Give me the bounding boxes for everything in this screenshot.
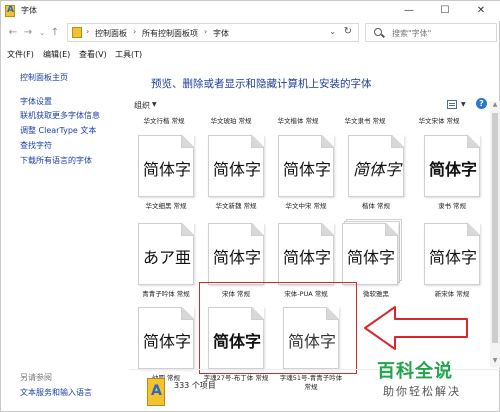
fonts-folder-icon <box>5 5 15 17</box>
sidebar-font-settings[interactable]: 字体设置 <box>20 96 52 107</box>
font-label[interactable]: 华文行楷 常规 <box>132 115 196 125</box>
breadcrumb-fonts[interactable]: 字体 <box>213 28 229 39</box>
back-arrow-icon[interactable]: ← <box>6 25 20 41</box>
font-label: 楷体 常规 <box>361 202 391 210</box>
see-also-heading: 另请参阅 <box>20 373 52 382</box>
breadcrumb-all-items[interactable]: 所有控制面板项 <box>142 28 198 39</box>
close-button[interactable]: ✕ <box>463 1 499 21</box>
menu-file[interactable]: 文件(F) <box>7 49 34 60</box>
sidebar-get-font-info-online[interactable]: 联机获取更多字体信息 <box>20 110 100 121</box>
refresh-icon[interactable]: ↻ <box>344 26 352 37</box>
sidebar-control-panel-home[interactable]: 控制面板主页 <box>20 72 68 83</box>
breadcrumb-separator-icon[interactable]: › <box>204 27 207 36</box>
font-file-icon: 简体字 <box>424 135 480 197</box>
font-label[interactable]: 华文隶书 常规 <box>333 115 397 125</box>
address-bar[interactable]: › 控制面板 › 所有控制面板项 › 字体 ⌄ ↻ <box>67 23 359 42</box>
font-label: 华文中宋 常规 <box>285 202 327 210</box>
sidebar-find-character[interactable]: 查找字符 <box>20 140 52 151</box>
menu-bar: 文件(F) 编辑(E) 查看(V) 工具(T) <box>1 47 500 63</box>
font-file-icon: 简体字 <box>342 223 398 285</box>
search-box[interactable]: 搜索"字体" <box>365 23 497 42</box>
navigation-bar: ← → ⌄ ↑ › 控制面板 › 所有控制面板项 › 字体 ⌄ ↻ 搜索"字体" <box>1 21 500 45</box>
font-sample: 简体字 <box>428 160 477 179</box>
up-arrow-icon[interactable]: ↑ <box>48 25 62 41</box>
breadcrumb-control-panel[interactable]: 控制面板 <box>95 28 127 39</box>
font-file-icon: 简体字 <box>278 135 334 197</box>
font-label: 华文新魏 常规 <box>215 202 257 210</box>
watermark-subtitle: 助你轻松解决 <box>383 385 461 398</box>
font-sample: 简体字 <box>212 248 261 267</box>
menu-edit[interactable]: 编辑(E) <box>43 49 70 60</box>
title-bar: 字体 — ☐ ✕ <box>1 1 500 21</box>
font-label[interactable]: 华文楷体 常规 <box>266 115 330 125</box>
watermark-logo: 百科全说 助你轻松解决 <box>373 357 483 407</box>
minimize-button[interactable]: — <box>391 1 427 21</box>
address-dropdown-icon[interactable]: ⌄ <box>329 27 336 36</box>
font-label: 华文细黑 常规 <box>145 202 187 210</box>
window-title: 字体 <box>21 6 37 15</box>
view-options-icon[interactable] <box>447 100 457 109</box>
font-label[interactable]: 华文宋体 常规 <box>407 115 471 125</box>
breadcrumb-separator-icon[interactable]: › <box>133 27 136 36</box>
font-sample: あア亜 <box>142 248 191 267</box>
font-label[interactable]: 华文琥珀 常规 <box>199 115 263 125</box>
sidebar-adjust-cleartype[interactable]: 调整 ClearType 文本 <box>20 125 96 136</box>
fonts-folder-icon <box>147 378 165 406</box>
menu-tools[interactable]: 工具(T) <box>115 49 142 60</box>
control-panel-icon <box>72 27 82 38</box>
font-sample: 简体字 <box>428 248 477 267</box>
font-file-icon: 简体字 <box>278 223 334 285</box>
organize-caret-icon[interactable]: ▼ <box>152 101 157 108</box>
pointer-arrow-icon <box>364 306 468 350</box>
font-sample: 简体字 <box>282 160 331 179</box>
recent-locations-chevron-icon[interactable]: ⌄ <box>35 25 49 41</box>
search-icon <box>374 28 382 36</box>
search-placeholder: 搜索"字体" <box>392 29 432 38</box>
font-label: 隶书 常规 <box>437 202 467 210</box>
font-file-icon: あア亜 <box>138 223 194 285</box>
forward-arrow-icon[interactable]: → <box>21 25 35 41</box>
font-sample: 简体字 <box>142 160 191 179</box>
font-sample: 简体字 <box>282 248 331 267</box>
scroll-thumb[interactable] <box>492 113 498 343</box>
font-label: 青青子吟体 常规 <box>142 290 190 298</box>
item-count: 333 个项目 <box>174 381 216 390</box>
maximize-button[interactable]: ☐ <box>427 1 463 21</box>
scroll-up-icon[interactable]: ▲ <box>490 101 500 111</box>
font-sample: 简体字 <box>346 248 395 267</box>
breadcrumb-separator-icon[interactable]: › <box>86 27 89 36</box>
font-file-icon: 简体字 <box>348 135 404 197</box>
font-file-icon: 简体字 <box>208 223 264 285</box>
font-file-icon: 简体字 <box>138 135 194 197</box>
sidebar-text-services[interactable]: 文本服务和输入语言 <box>20 387 92 398</box>
fonts-window: 字体 — ☐ ✕ ← → ⌄ ↑ › 控制面板 › 所有控制面板项 › 字体 ⌄… <box>0 0 500 412</box>
font-file-icon: 简体字 <box>138 307 194 369</box>
view-caret-icon[interactable]: ▼ <box>461 101 466 108</box>
font-sample: 简体字 <box>142 332 191 351</box>
help-icon[interactable]: ? <box>476 98 487 109</box>
font-file-icon: 简体字 <box>208 135 264 197</box>
organize-button[interactable]: 组织 <box>134 100 150 111</box>
scroll-down-icon[interactable]: ▼ <box>490 357 500 367</box>
highlight-box <box>199 282 357 374</box>
font-sample: 简体字 <box>352 162 401 179</box>
sidebar-download-fonts[interactable]: 下载所有语言的字体 <box>20 155 92 166</box>
page-heading: 预览、删除或者显示和隐藏计算机上安装的字体 <box>151 78 372 90</box>
vertical-scrollbar[interactable]: ▲ ▼ <box>490 101 500 367</box>
watermark-title: 百科全说 <box>377 361 453 382</box>
font-sample: 简体字 <box>212 160 261 179</box>
font-file-icon: 简体字 <box>424 223 480 285</box>
menu-view[interactable]: 查看(V) <box>79 49 107 60</box>
sidebar: 控制面板主页 字体设置 联机获取更多字体信息 调整 ClearType 文本 查… <box>1 63 129 412</box>
font-label: 新宋体 常规 <box>434 290 470 298</box>
